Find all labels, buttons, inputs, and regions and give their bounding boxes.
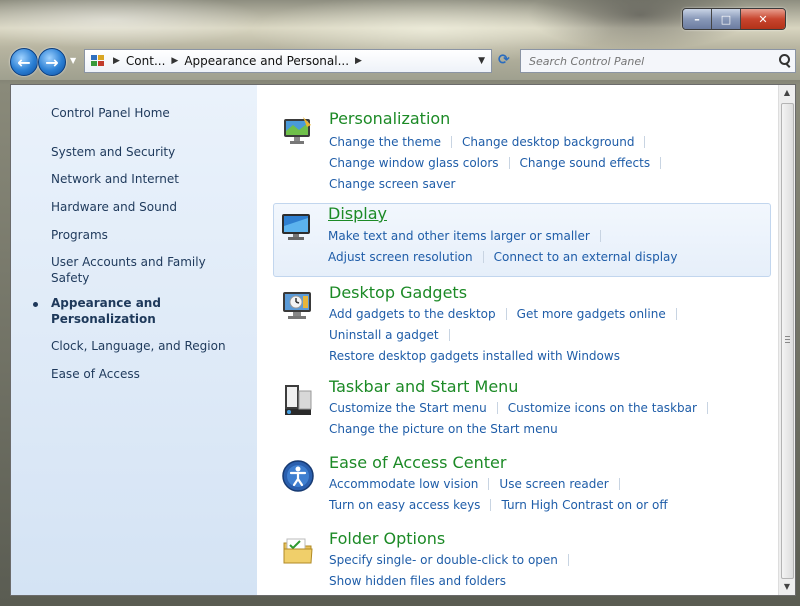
minimize-icon: –: [694, 12, 700, 26]
category-ease-of-access: Ease of Access Center Accommodate low vi…: [275, 453, 769, 513]
refresh-button[interactable]: ⟳: [498, 52, 514, 68]
category-desktop-gadgets: Desktop Gadgets Add gadgets to the deskt…: [275, 283, 769, 363]
back-button[interactable]: ←: [10, 48, 38, 76]
chevron-down-icon[interactable]: ▼: [478, 56, 485, 66]
caption-buttons: – □ ✕: [682, 8, 786, 30]
task-link[interactable]: Change screen saver: [329, 177, 456, 191]
category-title-desktop-gadgets[interactable]: Desktop Gadgets: [329, 283, 467, 302]
task-link[interactable]: Specify single- or double-click to open: [329, 553, 558, 567]
main-content: Personalization Change the theme Change d…: [257, 85, 779, 595]
task-line: Specify single- or double-click to open: [329, 553, 579, 567]
ease-of-access-icon: [282, 460, 314, 492]
task-link[interactable]: Show hidden files and folders: [329, 574, 506, 588]
maximize-button[interactable]: □: [712, 9, 741, 29]
task-link[interactable]: Connect to an external display: [494, 250, 678, 264]
address-bar[interactable]: ▶ Cont... ▶ Appearance and Personal... ▶…: [84, 49, 492, 73]
sidebar-item-appearance[interactable]: Appearance and Personalization: [51, 295, 231, 327]
task-line: Accommodate low vision Use screen reader: [329, 477, 630, 491]
task-link[interactable]: Turn High Contrast on or off: [501, 498, 667, 512]
task-link[interactable]: Restore desktop gadgets installed with W…: [329, 349, 620, 363]
sidebar-item-network-internet[interactable]: Network and Internet: [51, 171, 179, 187]
task-link[interactable]: Add gadgets to the desktop: [329, 307, 496, 321]
sidebar-item-control-panel-home[interactable]: Control Panel Home: [51, 105, 170, 121]
task-line: Change window glass colors Change sound e…: [329, 156, 671, 170]
folder-options-icon: [283, 538, 313, 564]
category-taskbar: Taskbar and Start Menu Customize the Sta…: [275, 377, 769, 437]
category-title-personalization[interactable]: Personalization: [329, 109, 450, 128]
category-title-taskbar[interactable]: Taskbar and Start Menu: [329, 377, 518, 396]
taskbar-icon: [285, 385, 312, 415]
chevron-right-icon[interactable]: ▶: [355, 56, 362, 66]
scrollbar-thumb[interactable]: [781, 103, 794, 579]
vertical-scrollbar[interactable]: ▲ ▼: [778, 85, 795, 595]
scroll-up-arrow-icon[interactable]: ▲: [779, 85, 795, 101]
category-title-display[interactable]: Display: [328, 204, 387, 223]
breadcrumb-item[interactable]: Appearance and Personal...: [184, 54, 349, 68]
sidebar-item-system-security[interactable]: System and Security: [51, 144, 175, 160]
search-input[interactable]: [527, 53, 771, 69]
task-link[interactable]: Change sound effects: [520, 156, 651, 170]
task-link[interactable]: Change desktop background: [462, 135, 634, 149]
task-link[interactable]: Change the picture on the Start menu: [329, 422, 558, 436]
task-link[interactable]: Customize icons on the taskbar: [508, 401, 697, 415]
personalization-icon: [284, 117, 311, 144]
sidebar-item-clock-language[interactable]: Clock, Language, and Region: [51, 338, 226, 354]
task-line: Change the theme Change desktop backgroun…: [329, 135, 655, 149]
sidebar: Control Panel Home System and Security N…: [11, 85, 257, 595]
desktop-gadgets-icon: [283, 292, 311, 319]
category-folder-options: Folder Options Specify single- or double…: [275, 529, 769, 591]
sidebar-item-ease-of-access[interactable]: Ease of Access: [51, 366, 140, 382]
task-link[interactable]: Adjust screen resolution: [328, 250, 473, 264]
navigation-bar: ← → ▼ ▶ Cont... ▶ Appearance and Persona…: [10, 46, 796, 78]
task-line: Change the picture on the Start menu: [329, 422, 558, 436]
category-display[interactable]: Display Make text and other items larger…: [273, 203, 771, 277]
breadcrumb-item[interactable]: Cont...: [126, 54, 165, 68]
sidebar-item-user-accounts[interactable]: User Accounts and Family Safety: [51, 254, 231, 286]
refresh-icon: ⟳: [498, 52, 510, 68]
close-button[interactable]: ✕: [741, 9, 785, 29]
task-line: Uninstall a gadget: [329, 328, 460, 342]
breadcrumb: ▶ Cont... ▶ Appearance and Personal... ▶: [113, 54, 368, 68]
task-link[interactable]: Customize the Start menu: [329, 401, 487, 415]
task-line: Add gadgets to the desktop Get more gadge…: [329, 307, 687, 321]
close-icon: ✕: [758, 12, 768, 26]
scroll-down-arrow-icon[interactable]: ▼: [779, 579, 795, 595]
task-link[interactable]: Turn on easy access keys: [329, 498, 480, 512]
control-panel-window: – □ ✕ ← → ▼ ▶ Cont... ▶ Appearance and P…: [0, 0, 800, 606]
sidebar-item-programs[interactable]: Programs: [51, 227, 108, 243]
task-line: Adjust screen resolution Connect to an ex…: [328, 250, 677, 264]
category-title-ease-of-access[interactable]: Ease of Access Center: [329, 453, 506, 472]
recent-pages-dropdown[interactable]: ▼: [70, 56, 78, 65]
display-icon: [282, 214, 310, 240]
task-link[interactable]: Change window glass colors: [329, 156, 499, 170]
task-link[interactable]: Uninstall a gadget: [329, 328, 439, 342]
category-title-folder-options[interactable]: Folder Options: [329, 529, 445, 548]
task-line: Restore desktop gadgets installed with W…: [329, 349, 620, 363]
task-link[interactable]: Make text and other items larger or smal…: [328, 229, 590, 243]
minimize-button[interactable]: –: [683, 9, 712, 29]
sidebar-item-hardware-sound[interactable]: Hardware and Sound: [51, 199, 177, 215]
category-personalization: Personalization Change the theme Change d…: [275, 109, 769, 191]
task-line: Change screen saver: [329, 177, 456, 191]
task-line: Turn on easy access keys Turn High Contra…: [329, 498, 668, 512]
task-link[interactable]: Change the theme: [329, 135, 441, 149]
task-line: Make text and other items larger or smal…: [328, 229, 611, 243]
forward-arrow-icon: →: [45, 52, 59, 72]
task-link[interactable]: Get more gadgets online: [517, 307, 666, 321]
search-icon[interactable]: [779, 54, 791, 68]
control-panel-icon: [91, 55, 107, 67]
maximize-icon: □: [720, 12, 732, 26]
chevron-right-icon: ▶: [113, 56, 120, 66]
chevron-right-icon[interactable]: ▶: [171, 56, 178, 66]
task-link[interactable]: Accommodate low vision: [329, 477, 478, 491]
client-area: Control Panel Home System and Security N…: [10, 84, 796, 596]
search-box: [520, 49, 796, 73]
task-line: Show hidden files and folders: [329, 574, 506, 588]
task-link[interactable]: Use screen reader: [499, 477, 608, 491]
forward-button[interactable]: →: [38, 48, 66, 76]
task-line: Customize the Start menu Customize icons …: [329, 401, 718, 415]
back-arrow-icon: ←: [17, 52, 31, 72]
current-page-bullet: [33, 302, 38, 307]
